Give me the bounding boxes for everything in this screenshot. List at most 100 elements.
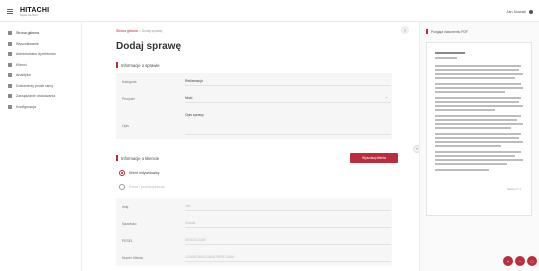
pesel-value: 80010112345	[185, 238, 206, 242]
logo-main: HITACHI	[20, 7, 50, 14]
pesel-input[interactable]: 80010112345	[185, 236, 391, 245]
doc-line	[435, 109, 495, 111]
help-button[interactable]: ?	[401, 26, 409, 34]
doc-line	[435, 87, 523, 89]
sidebar-item-documents[interactable]: Dokumenty prośb ramy	[0, 81, 81, 92]
sidebar-item-label: Klienci	[16, 62, 27, 67]
category-input[interactable]: Reklamacja	[185, 77, 391, 86]
radio-selected-icon	[119, 170, 125, 176]
doc-line	[435, 159, 523, 161]
admin-icon	[8, 52, 12, 57]
first-name-label: Imię	[122, 205, 129, 209]
category-label: Kategoria	[122, 80, 137, 84]
doc-line	[435, 69, 519, 71]
sidebar-item-label: Konfiguracja	[16, 104, 36, 109]
last-name-input[interactable]: Nowak	[185, 219, 391, 228]
client-number-value: 12345678901234567890123456	[185, 255, 235, 259]
doc-line	[435, 77, 515, 79]
radio-unselected-icon	[119, 184, 125, 190]
zoom-out-button[interactable]: −	[515, 256, 525, 266]
breadcrumb-home[interactable]: Strona główna	[116, 29, 138, 33]
sidebar-item-home[interactable]: Strona główna	[0, 28, 81, 39]
section-case-info-header: Informacje o sprawie	[116, 62, 160, 68]
chevron-down-icon: ⌄	[385, 95, 388, 99]
section-title: Informacje o sprawie	[121, 62, 160, 68]
chevrons-icon: ‹›	[415, 147, 419, 151]
doc-line	[435, 169, 489, 171]
category-value: Reklamacja	[185, 79, 203, 83]
description-textarea[interactable]: Opis sprawy	[185, 111, 391, 135]
page-title: Dodaj sprawę	[116, 41, 182, 52]
document-icon	[8, 83, 12, 88]
sidebar-item-label: Administrator dyrektorów	[16, 52, 56, 57]
doc-line	[435, 127, 511, 129]
doc-line	[435, 57, 457, 59]
radio-individual[interactable]: Klient indywidualny	[119, 170, 160, 176]
doc-line	[435, 83, 521, 85]
sidebar-item-clients[interactable]: Klienci	[0, 60, 81, 71]
section-accent-bar	[116, 62, 118, 68]
doc-line	[435, 155, 515, 157]
logo[interactable]: HITACHI Inspire the Next	[20, 7, 49, 17]
sidebar-item-label: Strona główna	[16, 31, 39, 36]
sidebar-item-print[interactable]: Zarządzanie drukowania	[0, 91, 81, 102]
doc-line	[435, 101, 519, 103]
clients-icon	[8, 62, 12, 67]
top-bar: HITACHI Inspire the Next Jan Nowak	[0, 0, 539, 22]
doc-line	[435, 105, 523, 107]
doc-line	[435, 65, 521, 67]
priority-select[interactable]: Niski ⌄	[185, 94, 391, 103]
zoom-out-icon: −	[518, 258, 522, 264]
main-content: Strona główna > Dodaj sprawę Dodaj spraw…	[110, 22, 404, 271]
sidebar-item-label: Analityka	[16, 73, 31, 78]
sidebar-item-label: Zarządzanie drukowania	[16, 94, 56, 99]
section-client-info-header: Informacje o kliencie	[116, 155, 159, 161]
radio-label: Klient indywidualny	[129, 171, 160, 175]
preview-header: Podgląd dokumentu PDF	[426, 29, 468, 34]
fullscreen-button[interactable]: □	[527, 256, 537, 266]
client-number-label: Numer klienta	[122, 256, 143, 260]
doc-line	[435, 123, 523, 125]
doc-line	[435, 133, 521, 135]
sidebar-item-label: Dokumenty prośb ramy	[16, 83, 54, 88]
sidebar-item-analytics[interactable]: Analityka	[0, 70, 81, 81]
doc-line	[435, 141, 523, 143]
pdf-preview-panel: Podgląd dokumentu PDF Strona 1 z 1	[419, 22, 539, 271]
doc-line	[435, 115, 521, 117]
description-value: Opis sprawy	[185, 113, 204, 117]
first-name-input[interactable]: Jan	[185, 202, 391, 211]
last-name-value: Nowak	[185, 221, 196, 225]
zoom-in-button[interactable]: +	[503, 256, 513, 266]
user-name: Jan Nowak	[506, 9, 526, 14]
section-accent-bar	[426, 29, 428, 34]
search-client-button[interactable]: Wyszukaj klienta	[350, 153, 398, 163]
user-menu[interactable]: Jan Nowak	[506, 9, 533, 14]
sidebar-item-admin[interactable]: Administrator dyrektorów	[0, 49, 81, 60]
priority-label: Priorytet	[122, 97, 135, 101]
section-title: Informacje o kliencie	[121, 155, 160, 161]
preview-title: Podgląd dokumentu PDF	[431, 29, 468, 34]
logo-sub: Inspire the Next	[20, 14, 38, 17]
last-name-label: Nazwisko	[122, 222, 137, 226]
fullscreen-icon: □	[530, 258, 534, 264]
doc-line	[435, 119, 517, 121]
first-name-value: Jan	[185, 204, 191, 208]
client-number-input[interactable]: 12345678901234567890123456	[185, 253, 391, 262]
doc-line	[435, 91, 505, 93]
pdf-page[interactable]: Strona 1 z 1	[426, 42, 532, 216]
sidebar-item-search[interactable]: Wyszukiwanie	[0, 39, 81, 50]
doc-line	[435, 137, 519, 139]
doc-line	[435, 151, 521, 153]
pdf-page-number: Strona 1 z 1	[507, 188, 521, 191]
sidebar-item-settings[interactable]: Konfiguracja	[0, 102, 81, 113]
gear-icon	[8, 104, 12, 109]
user-icon	[529, 9, 533, 14]
section-accent-bar	[116, 155, 118, 161]
priority-value: Niski	[185, 96, 193, 100]
doc-line	[435, 97, 521, 99]
doc-line	[435, 163, 507, 165]
menu-icon[interactable]	[7, 9, 13, 14]
breadcrumb-separator: >	[138, 29, 141, 33]
radio-company[interactable]: Firma / przedsiębiorca	[119, 184, 165, 190]
pesel-label: PESEL	[122, 239, 133, 243]
